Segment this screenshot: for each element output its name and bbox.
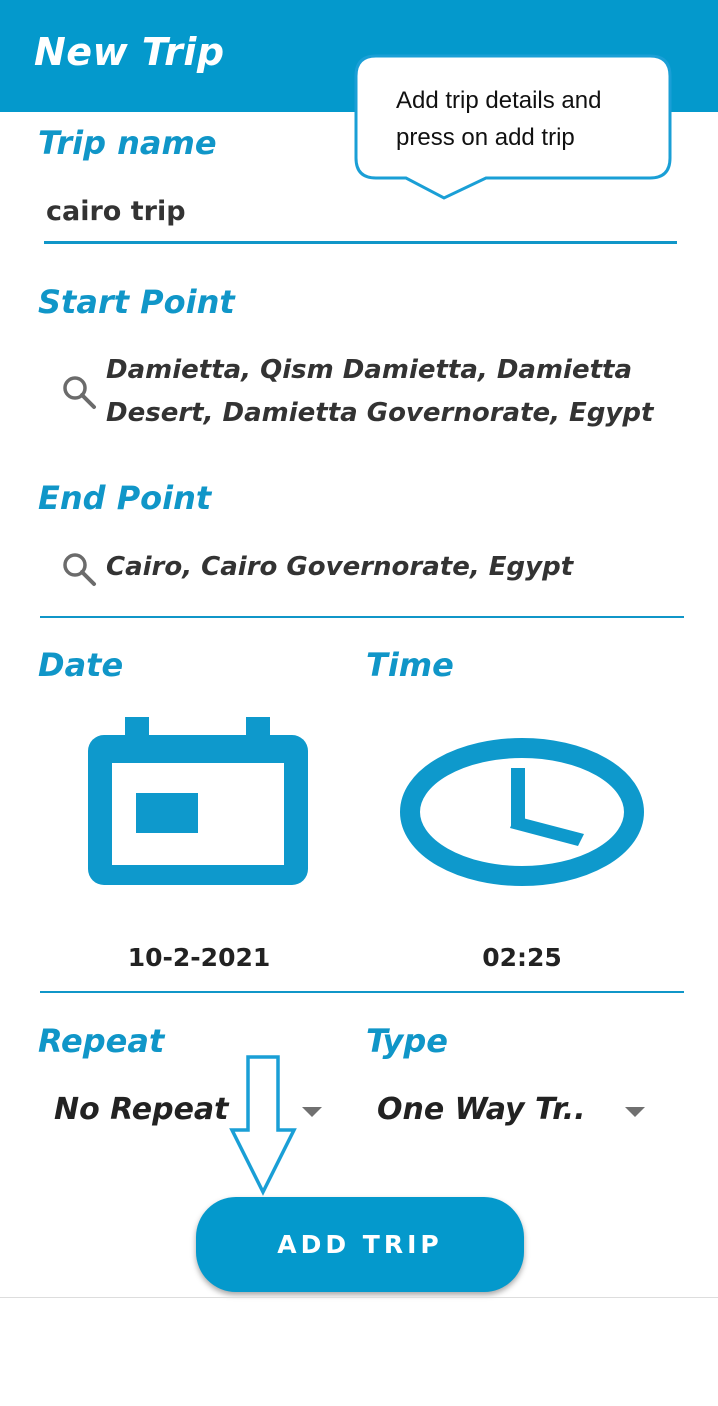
add-trip-button-label: ADD TRIP: [277, 1230, 443, 1259]
trip-name-input[interactable]: cairo trip: [46, 196, 186, 227]
calendar-icon[interactable]: [88, 717, 308, 885]
end-point-label: End Point: [38, 479, 212, 517]
time-label: Time: [366, 646, 454, 684]
repeat-selected-value: No Repeat: [54, 1092, 229, 1127]
divider: [40, 616, 684, 618]
search-icon: [63, 553, 96, 586]
time-value[interactable]: 02:25: [400, 943, 644, 972]
type-dropdown[interactable]: One Way Tr..: [366, 1084, 656, 1140]
app-bar-title: New Trip: [34, 30, 225, 74]
add-trip-button[interactable]: ADD TRIP: [196, 1197, 524, 1292]
search-icon: [63, 376, 96, 409]
date-value[interactable]: 10-2-2021: [88, 943, 310, 972]
chevron-down-icon: [625, 1107, 645, 1117]
bottom-divider: [0, 1297, 718, 1298]
trip-name-underline: [44, 241, 677, 244]
clock-icon[interactable]: [400, 738, 644, 886]
type-label: Type: [366, 1022, 448, 1060]
start-point-input[interactable]: Damietta, Qism Damietta, Damietta Desert…: [106, 349, 666, 435]
start-point-label: Start Point: [38, 283, 235, 321]
repeat-label: Repeat: [38, 1022, 165, 1060]
trip-name-label: Trip name: [38, 124, 217, 162]
date-label: Date: [38, 646, 124, 684]
divider: [40, 991, 684, 993]
type-selected-value: One Way Tr..: [377, 1092, 586, 1127]
chevron-down-icon: [302, 1107, 322, 1117]
callout-text: Add trip details and press on add trip: [396, 87, 602, 151]
end-point-input[interactable]: Cairo, Cairo Governorate, Egypt: [106, 546, 666, 589]
down-arrow-annotation-icon: [229, 1055, 297, 1196]
